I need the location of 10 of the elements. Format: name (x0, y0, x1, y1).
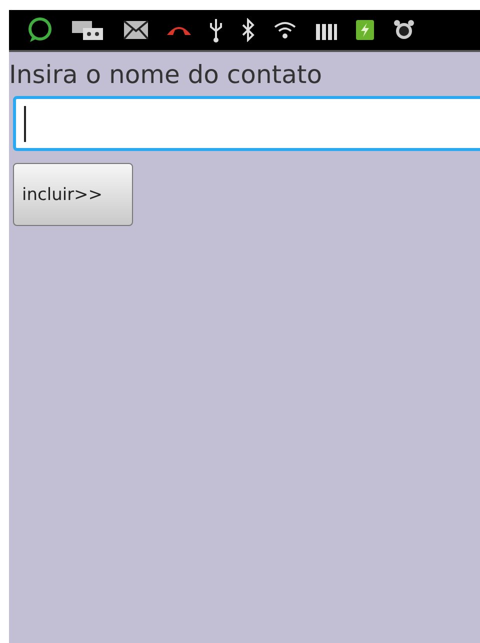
field-label: Insira o nome do contato (9, 59, 324, 90)
envelope-icon (123, 20, 149, 40)
phone-icon (167, 25, 191, 35)
bluetooth-icon (241, 18, 255, 42)
usb-icon (209, 17, 223, 43)
include-button[interactable]: incluir>> (13, 163, 133, 226)
chat-bubble-icon (27, 17, 53, 43)
battery-icon (355, 19, 375, 41)
input-field[interactable] (13, 96, 480, 151)
wifi-icon (273, 20, 297, 40)
